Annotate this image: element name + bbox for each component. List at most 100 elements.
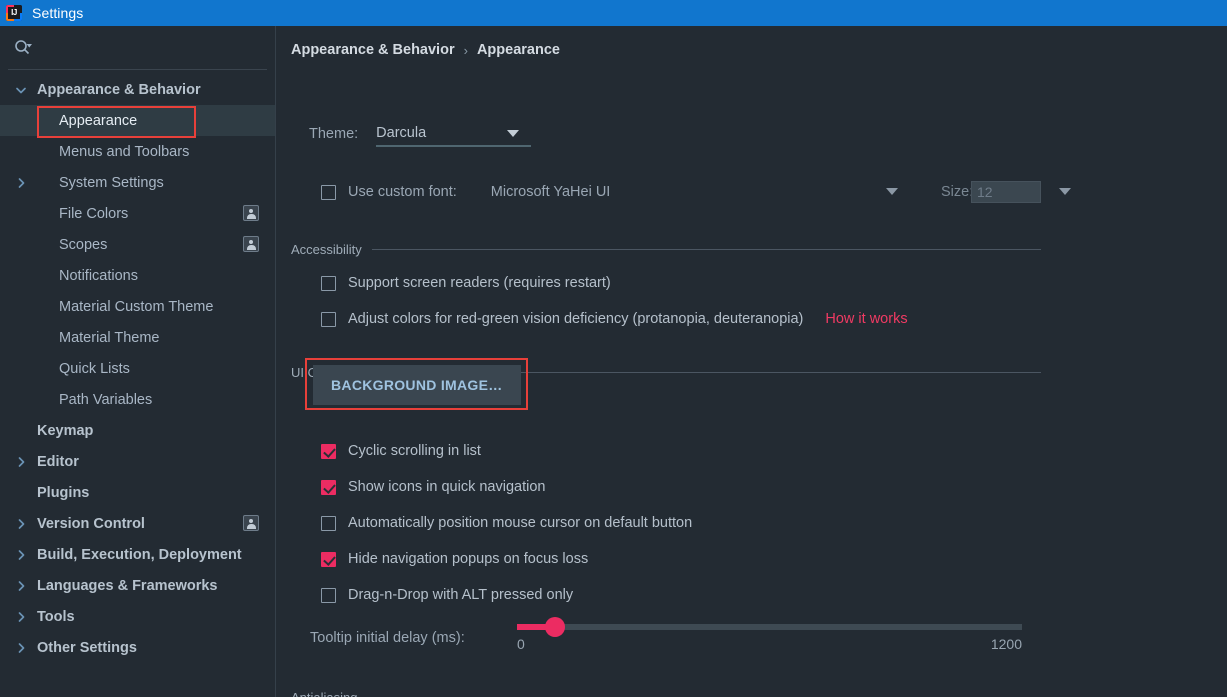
auto-position-cursor-label: Automatically position mouse cursor on d… <box>348 515 693 531</box>
settings-sidebar: Appearance & Behavior Appearance Menus and… <box>0 26 276 697</box>
background-image-button[interactable]: BACKGROUND IMAGE… <box>313 365 521 405</box>
settings-content-panel: Appearance & Behavior › Appearance Theme… <box>277 26 1227 697</box>
chevron-right-icon[interactable] <box>14 641 28 655</box>
chevron-down-icon[interactable] <box>14 83 28 97</box>
chevron-right-icon[interactable] <box>14 455 28 469</box>
sidebar-item-quick-lists[interactable]: Quick Lists <box>0 353 275 384</box>
window-title: Settings <box>32 5 84 21</box>
sidebar-item-other-settings[interactable]: Other Settings <box>0 632 275 663</box>
slider-thumb[interactable] <box>545 617 565 637</box>
support-screen-readers-checkbox[interactable] <box>321 275 336 291</box>
chevron-right-icon[interactable] <box>14 517 28 531</box>
sidebar-item-label: Keymap <box>37 422 94 439</box>
tooltip-delay-label: Tooltip initial delay (ms): <box>310 630 465 646</box>
sidebar-item-scopes[interactable]: Scopes <box>0 229 275 260</box>
chevron-right-icon[interactable] <box>14 579 28 593</box>
sidebar-item-keymap[interactable]: Keymap <box>0 415 275 446</box>
breadcrumb-current: Appearance <box>476 42 560 58</box>
show-icons-quick-navigation-checkbox[interactable] <box>321 479 336 495</box>
custom-font-value: Microsoft YaHei UI <box>490 184 611 200</box>
sidebar-item-material-theme[interactable]: Material Theme <box>0 322 275 353</box>
accessibility-title: Accessibility <box>291 242 362 257</box>
sidebar-item-material-custom-theme[interactable]: Material Custom Theme <box>0 291 275 322</box>
screen-readers-row: Support screen readers (requires restart… <box>321 275 611 291</box>
chevron-down-icon <box>507 129 520 137</box>
sidebar-item-label: Material Custom Theme <box>59 298 214 315</box>
auto-position-cursor-checkbox[interactable] <box>321 515 336 531</box>
sidebar-item-label: Notifications <box>59 267 138 284</box>
chevron-right-icon[interactable] <box>14 176 28 190</box>
chevron-right-icon[interactable] <box>14 548 28 562</box>
title-bar: IJ Settings <box>0 0 1227 26</box>
font-size-field[interactable]: 12 <box>971 181 1041 203</box>
sidebar-item-label: Quick Lists <box>59 360 130 377</box>
sidebar-item-label: Path Variables <box>59 391 153 408</box>
drag-n-drop-alt-checkbox[interactable] <box>321 587 336 603</box>
sidebar-item-version-control[interactable]: Version Control <box>0 508 275 539</box>
search-icon <box>14 39 34 57</box>
sidebar-item-plugins[interactable]: Plugins <box>0 477 275 508</box>
theme-value: Darcula <box>376 125 427 141</box>
auto-position-cursor-row: Automatically position mouse cursor on d… <box>321 515 692 531</box>
sidebar-item-menus-and-toolbars[interactable]: Menus and Toolbars <box>0 136 275 167</box>
chevron-right-icon[interactable] <box>14 610 28 624</box>
cyclic-scrolling-label: Cyclic scrolling in list <box>348 443 481 459</box>
slider-track[interactable] <box>517 624 1022 630</box>
sidebar-item-label: Languages & Frameworks <box>37 577 218 594</box>
sidebar-item-appearance-behavior[interactable]: Appearance & Behavior <box>0 74 275 105</box>
sidebar-item-label: Menus and Toolbars <box>59 143 190 160</box>
adjust-colors-checkbox[interactable] <box>321 311 336 327</box>
theme-label: Theme: <box>309 126 359 142</box>
sidebar-item-label: Editor <box>37 453 79 470</box>
breadcrumb-parent[interactable]: Appearance & Behavior <box>291 42 455 58</box>
sidebar-item-label: File Colors <box>59 205 129 222</box>
antialiasing-group-header: Antialiasing <box>291 690 1041 697</box>
user-badge-icon <box>243 205 259 221</box>
user-badge-icon <box>243 236 259 252</box>
sidebar-item-tools[interactable]: Tools <box>0 601 275 632</box>
search-field[interactable] <box>8 26 267 70</box>
sidebar-item-label: Appearance & Behavior <box>37 81 201 98</box>
sidebar-item-build-execution-deployment[interactable]: Build, Execution, Deployment <box>0 539 275 570</box>
user-badge-icon <box>243 515 259 531</box>
color-deficiency-row: Adjust colors for red-green vision defic… <box>321 311 908 327</box>
show-icons-row: Show icons in quick navigation <box>321 479 545 495</box>
group-divider <box>371 249 1041 250</box>
use-custom-font-checkbox[interactable] <box>321 184 336 200</box>
slider-max-label: 1200 <box>990 636 1022 652</box>
sidebar-item-label: Plugins <box>37 484 90 501</box>
theme-row: Theme: Darcula <box>309 121 532 147</box>
slider-min-label: 0 <box>517 636 525 652</box>
hide-navigation-popups-checkbox[interactable] <box>321 551 336 567</box>
how-it-works-link[interactable]: How it works <box>825 311 907 327</box>
settings-window: IJ Settings Appearance & Behavior Appeara… <box>0 0 1227 697</box>
use-custom-font-label: Use custom font: <box>348 184 457 200</box>
drag-n-drop-alt-label: Drag-n-Drop with ALT pressed only <box>348 587 574 603</box>
accessibility-group-header: Accessibility <box>291 242 1041 257</box>
breadcrumb-separator-icon: › <box>463 42 468 58</box>
sidebar-item-languages-frameworks[interactable]: Languages & Frameworks <box>0 570 275 601</box>
sidebar-item-label: Material Theme <box>59 329 160 346</box>
settings-tree: Appearance & Behavior Appearance Menus and… <box>0 70 275 663</box>
adjust-colors-label: Adjust colors for red-green vision defic… <box>348 311 804 327</box>
sidebar-item-file-colors[interactable]: File Colors <box>0 198 275 229</box>
sidebar-item-notifications[interactable]: Notifications <box>0 260 275 291</box>
sidebar-item-path-variables[interactable]: Path Variables <box>0 384 275 415</box>
sidebar-item-appearance[interactable]: Appearance <box>0 105 275 136</box>
hide-navigation-popups-row: Hide navigation popups on focus loss <box>321 551 588 567</box>
intellij-idea-logo-icon: IJ <box>6 5 22 21</box>
support-screen-readers-label: Support screen readers (requires restart… <box>348 275 611 291</box>
theme-dropdown[interactable]: Darcula <box>376 121 532 147</box>
sidebar-item-editor[interactable]: Editor <box>0 446 275 477</box>
breadcrumb: Appearance & Behavior › Appearance <box>291 42 560 58</box>
search-input[interactable] <box>40 37 240 59</box>
sidebar-item-system-settings[interactable]: System Settings <box>0 167 275 198</box>
font-dropdown-chevron-down-icon[interactable] <box>886 188 898 195</box>
sidebar-item-label: Scopes <box>59 236 108 253</box>
cyclic-scrolling-row: Cyclic scrolling in list <box>321 443 481 459</box>
cyclic-scrolling-checkbox[interactable] <box>321 443 336 459</box>
sidebar-item-label: Appearance <box>59 112 138 129</box>
hide-navigation-popups-label: Hide navigation popups on focus loss <box>348 551 589 567</box>
font-size-chevron-down-icon[interactable] <box>1059 188 1071 195</box>
custom-font-row: Use custom font: Microsoft YaHei UI Size… <box>321 181 1111 203</box>
